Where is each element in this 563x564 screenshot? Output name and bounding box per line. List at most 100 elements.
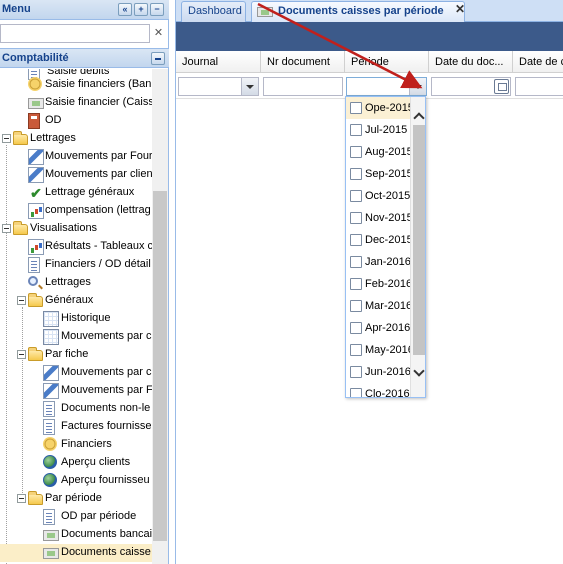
- column-header-journal[interactable]: Journal: [176, 51, 261, 73]
- tree-item[interactable]: Factures fournisse: [0, 418, 152, 436]
- tree-folder-generaux[interactable]: Généraux: [0, 292, 152, 310]
- journal-filter-combo[interactable]: [178, 77, 259, 96]
- periode-option[interactable]: Sep-2015: [346, 163, 413, 185]
- tree-folder-par-periode[interactable]: Par période: [0, 490, 152, 508]
- tree-scrollbar[interactable]: [152, 69, 168, 564]
- column-header-nr-document[interactable]: Nr document: [261, 51, 345, 73]
- tree-item[interactable]: Aperçu fournisseu: [0, 472, 152, 490]
- tree-item[interactable]: Historique: [0, 310, 152, 328]
- periode-option[interactable]: Jun-2016: [346, 361, 411, 383]
- option-checkbox[interactable]: [350, 102, 362, 114]
- tree-item[interactable]: compensation (lettrag: [0, 202, 152, 220]
- periode-option[interactable]: Jul-2015: [346, 119, 410, 141]
- tree-item[interactable]: Mouvements par Four: [0, 148, 152, 166]
- folder-icon: [28, 491, 43, 505]
- collapse-toggle-icon[interactable]: [17, 350, 26, 359]
- tree-item[interactable]: Mouvements par clien: [0, 166, 152, 184]
- tab-documents-caisses[interactable]: Documents caisses par période ✕: [251, 1, 465, 22]
- menu-search-input[interactable]: [0, 24, 150, 43]
- periode-option[interactable]: Mar-2016: [346, 295, 412, 317]
- option-label: Sep-2015: [365, 168, 413, 180]
- periode-option[interactable]: Apr-2016: [346, 317, 410, 339]
- option-label: Apr-2016: [365, 322, 411, 334]
- collapse-toggle-icon[interactable]: [17, 296, 26, 305]
- option-checkbox[interactable]: [350, 168, 362, 180]
- chevron-down-icon[interactable]: [241, 78, 258, 95]
- tree-item[interactable]: Documents non-le: [0, 400, 152, 418]
- tree-item[interactable]: Financiers / OD détail: [0, 256, 152, 274]
- option-checkbox[interactable]: [350, 146, 362, 158]
- scroll-down-icon[interactable]: [414, 368, 424, 378]
- option-checkbox[interactable]: [350, 212, 362, 224]
- tree-item[interactable]: Résultats - Tableaux c: [0, 238, 152, 256]
- tree-item[interactable]: Lettrages: [0, 274, 152, 292]
- column-header-periode[interactable]: Période: [345, 51, 429, 73]
- tree-item[interactable]: OD: [0, 112, 152, 130]
- option-checkbox[interactable]: [350, 388, 362, 397]
- collapse-toggle-icon[interactable]: [2, 134, 11, 143]
- periode-filter-combo[interactable]: [346, 77, 427, 96]
- tree-item[interactable]: Financiers: [0, 436, 152, 454]
- periode-option[interactable]: Nov-2015: [346, 207, 413, 229]
- scroll-up-icon[interactable]: [414, 111, 424, 121]
- chart-icon: [28, 203, 44, 219]
- tab-dashboard[interactable]: Dashboard: [181, 1, 246, 22]
- tree-item-label: Mouvements par c: [61, 366, 152, 378]
- dropdown-scrollbar-thumb[interactable]: [413, 125, 425, 355]
- option-checkbox[interactable]: [350, 366, 362, 378]
- date-document-filter[interactable]: [431, 77, 511, 96]
- option-checkbox[interactable]: [350, 190, 362, 202]
- section-collapse-icon[interactable]: [151, 52, 165, 65]
- section-title: Comptabilité: [2, 52, 69, 64]
- tree-item-selected[interactable]: Documents caisse: [0, 544, 152, 562]
- section-header-comptabilite[interactable]: Comptabilité: [0, 48, 169, 68]
- collapse-all-icon[interactable]: «: [118, 3, 132, 16]
- nr-document-filter-input[interactable]: [263, 77, 343, 96]
- column-header-date-de[interactable]: Date de c: [513, 51, 563, 73]
- option-checkbox[interactable]: [350, 234, 362, 246]
- expand-tree-icon[interactable]: +: [134, 3, 148, 16]
- option-checkbox[interactable]: [350, 124, 362, 136]
- date-de-filter[interactable]: [515, 77, 563, 96]
- document-icon: [43, 401, 55, 417]
- option-label: Clo-2016: [365, 388, 410, 398]
- chevron-down-icon[interactable]: [409, 78, 426, 95]
- option-checkbox[interactable]: [350, 256, 362, 268]
- tree-item[interactable]: Aperçu clients: [0, 454, 152, 472]
- periode-option[interactable]: May-2016: [346, 339, 414, 361]
- transfer-arrows-icon: [43, 365, 59, 381]
- tree-scrollbar-thumb[interactable]: [153, 191, 167, 541]
- tree-item[interactable]: ✔ Lettrage généraux: [0, 184, 152, 202]
- tree-folder-lettrages[interactable]: Lettrages: [0, 130, 152, 148]
- option-checkbox[interactable]: [350, 322, 362, 334]
- periode-option[interactable]: Jan-2016: [346, 251, 411, 273]
- close-icon[interactable]: ✕: [455, 2, 465, 16]
- periode-option[interactable]: Ope-2015: [346, 97, 414, 119]
- option-checkbox[interactable]: [350, 300, 362, 312]
- tree-folder-visualisations[interactable]: Visualisations: [0, 220, 152, 238]
- periode-option[interactable]: Aug-2015: [346, 141, 413, 163]
- dropdown-scrollbar[interactable]: [410, 97, 425, 397]
- collapse-toggle-icon[interactable]: [2, 224, 11, 233]
- tree-folder-par-fiche[interactable]: Par fiche: [0, 346, 152, 364]
- tree-item[interactable]: Mouvements par c: [0, 364, 152, 382]
- option-checkbox[interactable]: [350, 278, 362, 290]
- option-checkbox[interactable]: [350, 344, 362, 356]
- tree-item-label: Historique: [61, 312, 111, 324]
- periode-option[interactable]: Feb-2016: [346, 273, 412, 295]
- tree-item[interactable]: Mouvements par c: [0, 328, 152, 346]
- tree-item[interactable]: OD par période: [0, 508, 152, 526]
- tree-item-label: Lettrages: [30, 132, 76, 144]
- clear-icon[interactable]: ✕: [151, 25, 166, 42]
- tree-item[interactable]: Saisie financiers (Ban: [0, 76, 152, 94]
- column-header-date-document[interactable]: Date du doc...: [429, 51, 513, 73]
- tree-item[interactable]: Documents bancai: [0, 526, 152, 544]
- tree-item[interactable]: Mouvements par F: [0, 382, 152, 400]
- periode-option[interactable]: Oct-2015: [346, 185, 410, 207]
- periode-option[interactable]: Clo-2016: [346, 383, 410, 398]
- collapse-toggle-icon[interactable]: [17, 494, 26, 503]
- collapse-tree-icon[interactable]: −: [150, 3, 164, 16]
- calendar-icon[interactable]: [494, 79, 509, 94]
- tree-item[interactable]: Saisie financier (Caiss: [0, 94, 152, 112]
- periode-option[interactable]: Dec-2015: [346, 229, 413, 251]
